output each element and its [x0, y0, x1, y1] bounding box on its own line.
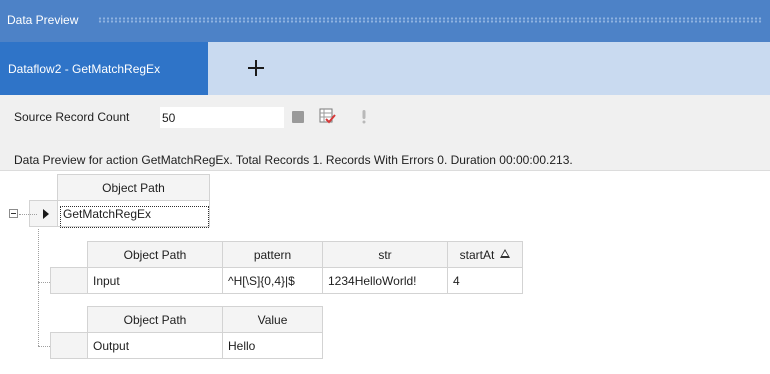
- table-cell[interactable]: ^H[\S]{0,4}|$: [222, 267, 323, 294]
- source-record-count-label: Source Record Count: [14, 110, 130, 124]
- window-title: Data Preview: [7, 13, 79, 27]
- status-bar: Data Preview for action GetMatchRegEx. T…: [0, 145, 770, 171]
- table-cell[interactable]: Input: [87, 267, 223, 294]
- grid-check-icon[interactable]: [319, 108, 336, 125]
- column-header-startat[interactable]: startAt: [447, 241, 523, 268]
- current-row-arrow-icon: [43, 209, 49, 219]
- tree-connector: [38, 282, 50, 283]
- data-grid: Object Path GetMatchRegEx Object Path pa…: [0, 171, 770, 374]
- status-text: Data Preview for action GetMatchRegEx. T…: [14, 153, 573, 167]
- tree-connector: [19, 214, 37, 215]
- sort-ascending-icon: [500, 248, 511, 258]
- row-selector[interactable]: [50, 332, 88, 359]
- table-cell[interactable]: Output: [87, 332, 223, 359]
- source-record-count-input[interactable]: [160, 107, 284, 128]
- tab-label: Dataflow2 - GetMatchRegEx: [8, 62, 161, 76]
- column-header[interactable]: Object Path: [87, 241, 223, 268]
- column-header[interactable]: Value: [222, 306, 323, 333]
- column-header[interactable]: pattern: [222, 241, 323, 268]
- column-header-label: startAt: [459, 247, 495, 262]
- tab-dataflow2[interactable]: Dataflow2 - GetMatchRegEx: [0, 42, 208, 95]
- tree-connector: [38, 346, 50, 347]
- tab-strip: Dataflow2 - GetMatchRegEx: [0, 42, 770, 95]
- column-header[interactable]: str: [322, 241, 448, 268]
- table-cell[interactable]: 1234HelloWorld!: [322, 267, 448, 294]
- stop-icon[interactable]: [292, 111, 304, 123]
- row-selector[interactable]: [50, 267, 88, 294]
- lightbulb-icon[interactable]: [360, 108, 368, 125]
- title-bar: Data Preview: [0, 0, 770, 42]
- column-header[interactable]: Object Path: [87, 306, 223, 333]
- focus-rectangle: [60, 206, 209, 228]
- title-grip[interactable]: [98, 17, 762, 23]
- tree-connector: [38, 229, 39, 346]
- collapse-minus-icon[interactable]: [9, 209, 18, 218]
- column-header[interactable]: Object Path: [57, 174, 210, 201]
- toolbar: Source Record Count: [0, 95, 770, 145]
- add-tab-plus-icon[interactable]: [240, 52, 272, 84]
- output-grid-table: Object Path Value Output Hello: [50, 306, 323, 359]
- table-cell[interactable]: Hello: [222, 332, 323, 359]
- table-cell[interactable]: 4: [447, 267, 523, 294]
- input-grid-table: Object Path pattern str startAt Input ^H…: [50, 241, 523, 294]
